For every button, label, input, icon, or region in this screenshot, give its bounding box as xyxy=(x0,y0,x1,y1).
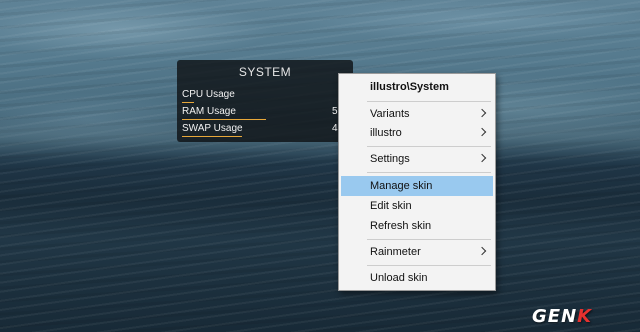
menu-item-label: Settings xyxy=(370,153,410,165)
menu-separator xyxy=(367,239,491,240)
submenu-arrow-icon xyxy=(477,153,487,163)
ram-usage-bar xyxy=(182,119,266,120)
submenu-arrow-icon xyxy=(477,246,487,256)
menu-header-label: illustro\System xyxy=(370,81,449,93)
skin-context-menu: illustro\System Variants illustro Settin… xyxy=(338,73,496,291)
genk-watermark-logo: GENK xyxy=(532,306,593,327)
swap-usage-label: SWAP Usage xyxy=(182,123,243,134)
swap-usage-row: SWAP Usage 4 xyxy=(182,123,353,139)
menu-item-label: Unload skin xyxy=(370,272,428,284)
submenu-arrow-icon xyxy=(477,127,487,137)
ram-usage-row: RAM Usage 5 xyxy=(182,106,353,122)
menu-item-label: Rainmeter xyxy=(370,246,421,258)
menu-item-unload-skin[interactable]: Unload skin xyxy=(341,268,493,288)
swap-usage-bar xyxy=(182,136,242,137)
menu-separator xyxy=(367,101,491,102)
ram-usage-label: RAM Usage xyxy=(182,106,236,117)
desktop-background xyxy=(0,0,640,332)
cpu-usage-bar xyxy=(182,102,194,103)
menu-separator xyxy=(367,172,491,173)
menu-item-label: illustro xyxy=(370,127,402,139)
menu-header-skin-name[interactable]: illustro\System xyxy=(341,77,493,97)
menu-item-label: Edit skin xyxy=(370,200,412,212)
logo-text: GEN xyxy=(532,306,578,327)
cpu-usage-row: CPU Usage xyxy=(182,89,353,105)
cpu-usage-label: CPU Usage xyxy=(182,89,235,100)
system-skin-widget[interactable]: SYSTEM CPU Usage RAM Usage 5 SWAP Usage … xyxy=(177,60,353,142)
menu-separator xyxy=(367,265,491,266)
ram-usage-value: 5 xyxy=(332,106,338,117)
menu-item-label: Refresh skin xyxy=(370,220,432,232)
logo-accent-text: K xyxy=(577,306,593,327)
menu-item-illustro[interactable]: illustro xyxy=(341,123,493,143)
menu-item-label: Manage skin xyxy=(370,180,433,192)
menu-item-rainmeter[interactable]: Rainmeter xyxy=(341,242,493,262)
swap-usage-value: 4 xyxy=(332,123,338,134)
skin-title: SYSTEM xyxy=(238,65,292,79)
menu-item-manage-skin[interactable]: Manage skin xyxy=(341,176,493,196)
menu-item-label: Variants xyxy=(370,108,410,120)
menu-separator xyxy=(367,146,491,147)
menu-item-settings[interactable]: Settings xyxy=(341,149,493,169)
menu-item-edit-skin[interactable]: Edit skin xyxy=(341,196,493,216)
menu-item-refresh-skin[interactable]: Refresh skin xyxy=(341,216,493,236)
submenu-arrow-icon xyxy=(477,108,487,118)
menu-item-variants[interactable]: Variants xyxy=(341,104,493,124)
